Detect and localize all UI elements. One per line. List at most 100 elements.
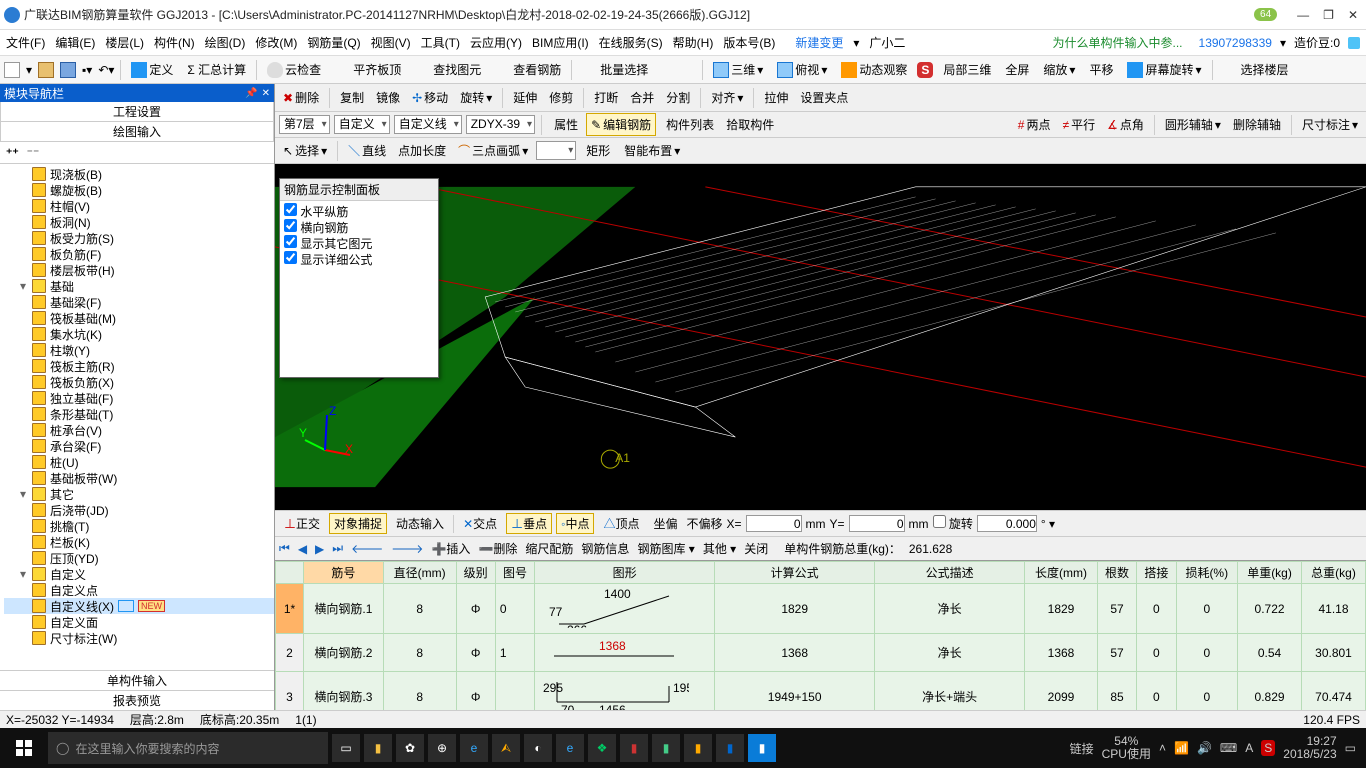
maximize-button[interactable]: ❐ <box>1323 8 1334 22</box>
screen-rotate-button[interactable]: 屏幕旋转▾ <box>1123 60 1205 79</box>
rebar-info-button[interactable]: 钢筋信息 <box>581 540 629 557</box>
windows-taskbar[interactable]: ◯在这里输入你要搜索的内容 ▭ ▮ ✿ ⊕ e ⮙ ◐ e ❖ ▮ ▮ ▮ ▮ … <box>0 728 1366 768</box>
pin-icon[interactable]: 📌 <box>245 88 257 99</box>
tray-vol-icon[interactable]: 🔊 <box>1197 741 1212 755</box>
menu-component[interactable]: 构件(N) <box>154 34 195 51</box>
close-rebar-button[interactable]: 关闭 <box>744 540 768 557</box>
vertex-toggle[interactable]: △顶点 <box>598 513 644 534</box>
tb-icon-a[interactable] <box>658 62 674 78</box>
midpoint-toggle[interactable]: ◦中点 <box>556 513 594 534</box>
sum-calc-button[interactable]: Σ 汇总计算 <box>183 60 250 79</box>
trim-button[interactable]: 修剪 <box>545 87 577 108</box>
batch-select-button[interactable]: 批量选择 <box>578 60 652 79</box>
delete-row-button[interactable]: ➖删除 <box>478 540 517 557</box>
minimize-button[interactable]: — <box>1297 8 1309 22</box>
new-change-link[interactable]: 新建变更 <box>795 34 843 51</box>
stretch-button[interactable]: 拉伸 <box>760 87 792 108</box>
split-button[interactable]: 分割 <box>662 87 694 108</box>
menu-modify[interactable]: 修改(M) <box>255 34 297 51</box>
expand-all-icon[interactable]: ⁺⁺ <box>6 146 19 160</box>
origin-button[interactable]: 设置夹点 <box>796 87 852 108</box>
explorer-icon[interactable]: ▮ <box>364 734 392 762</box>
menu-cloud[interactable]: 云应用(Y) <box>470 34 522 51</box>
app-icon-5[interactable]: ▮ <box>652 734 680 762</box>
start-button[interactable] <box>4 728 44 768</box>
threearc-tool[interactable]: ⌒三点画弧▾ <box>454 140 532 161</box>
tray-ime-icon[interactable]: ⌨ <box>1220 741 1237 755</box>
merge-button[interactable]: 合并 <box>626 87 658 108</box>
gxr-link[interactable]: 广小二 <box>869 34 905 51</box>
intersection-toggle[interactable]: ✕交点 <box>458 513 502 534</box>
account-number[interactable]: 13907298339 <box>1199 36 1272 50</box>
tree-group-foundation[interactable]: ▾基础 <box>4 278 274 294</box>
circle-aux-axis-button[interactable]: 圆形辅轴▾ <box>1161 114 1225 135</box>
menu-edit[interactable]: 编辑(E) <box>55 34 95 51</box>
app-icon-1[interactable]: ✿ <box>396 734 424 762</box>
osnap-toggle[interactable]: 对象捕捉 <box>329 513 387 534</box>
menu-bim[interactable]: BIM应用(I) <box>532 34 589 51</box>
code-select[interactable]: ZDYX-39 <box>466 115 535 134</box>
attribute-button[interactable]: 属性 <box>548 114 582 135</box>
offset-toggle[interactable]: 坐偏 <box>648 513 682 534</box>
nav-next2-icon[interactable]: 🡒 <box>391 541 423 556</box>
save-icon[interactable] <box>60 62 76 78</box>
app-icon-2[interactable]: ⊕ <box>428 734 456 762</box>
app-icon-4[interactable]: ▮ <box>620 734 648 762</box>
align-button[interactable]: 对齐▾ <box>707 87 747 108</box>
rotate-input[interactable] <box>977 515 1037 532</box>
menu-tools[interactable]: 工具(T) <box>421 34 460 51</box>
tray-s-icon[interactable]: S <box>1261 740 1275 756</box>
menu-floor[interactable]: 楼层(L) <box>105 34 144 51</box>
tray-up-icon[interactable]: ˄ <box>1159 741 1166 755</box>
rect-tool[interactable]: 矩形 <box>580 140 614 161</box>
menu-draw[interactable]: 绘图(D) <box>205 34 246 51</box>
ortho-toggle[interactable]: ⊥正交 <box>279 513 325 534</box>
select-floor-button[interactable]: 选择楼层 <box>1219 60 1293 79</box>
nav-prev-icon[interactable]: ◀ <box>298 542 307 556</box>
chk-hlong[interactable]: 水平纵筋 <box>284 203 434 219</box>
scale-rebar-button[interactable]: 缩尺配筋 <box>525 540 573 557</box>
top-view-button[interactable]: 俯视▾ <box>773 60 831 79</box>
delete-aux-axis-button[interactable]: 删除辅轴 <box>1229 114 1285 135</box>
select-tool[interactable]: ↖选择▾ <box>279 140 331 161</box>
edit-rebar-button[interactable]: ✎编辑钢筋 <box>586 113 656 136</box>
component-list-button[interactable]: 构件列表 <box>660 114 718 135</box>
browser-icon[interactable]: ❖ <box>588 734 616 762</box>
nav-first-icon[interactable]: ⏮ <box>279 541 290 556</box>
y-input[interactable] <box>849 515 905 532</box>
category-select[interactable]: 自定义 <box>334 115 390 134</box>
move-button[interactable]: ✢移动 <box>408 87 452 108</box>
smart-layout-tool[interactable]: 智能布置▾ <box>618 140 684 161</box>
new-icon[interactable] <box>4 62 20 78</box>
app-icon-3[interactable]: ⮙ <box>492 734 520 762</box>
hint-text[interactable]: 为什么单构件输入中参... <box>1053 34 1183 51</box>
tray-a-icon[interactable]: A <box>1245 741 1253 755</box>
break-button[interactable]: 打断 <box>590 87 622 108</box>
zoom-button[interactable]: 缩放▾ <box>1039 60 1079 79</box>
rebar-lib-button[interactable]: 钢筋图库 ▾ <box>637 540 694 557</box>
chrome-icon[interactable]: ◐ <box>524 734 552 762</box>
type-select[interactable]: 自定义线 <box>394 115 462 134</box>
pick-component-button[interactable]: 拾取构件 <box>722 114 778 135</box>
flatslab-button[interactable]: 平齐板顶 <box>331 60 405 79</box>
tab-report-preview[interactable]: 报表预览 <box>0 690 274 710</box>
taskview-icon[interactable]: ▭ <box>332 734 360 762</box>
tree-group-custom[interactable]: ▾自定义 <box>4 566 274 582</box>
tab-project-settings[interactable]: 工程设置 <box>0 102 274 122</box>
menu-rebarqty[interactable]: 钢筋量(Q) <box>307 34 360 51</box>
dimension-mark-button[interactable]: 尺寸标注▾ <box>1298 114 1362 135</box>
menu-online[interactable]: 在线服务(S) <box>599 34 663 51</box>
insert-row-button[interactable]: ➕插入 <box>431 540 470 557</box>
find-image-button[interactable]: 查找图元 <box>411 60 485 79</box>
menu-help[interactable]: 帮助(H) <box>673 34 714 51</box>
perpendicular-toggle[interactable]: ⊥垂点 <box>506 513 552 534</box>
search-box[interactable]: ◯在这里输入你要搜索的内容 <box>48 732 328 764</box>
pan-button[interactable]: 平移 <box>1085 60 1117 79</box>
collapse-all-icon[interactable]: ⁻⁻ <box>27 146 40 160</box>
nav-next-icon[interactable]: ▶ <box>315 542 324 556</box>
rebar-display-panel[interactable]: 钢筋显示控制面板 水平纵筋 横向钢筋 显示其它图元 显示详细公式 <box>279 178 439 378</box>
addlen-tool[interactable]: 点加长度 <box>394 140 450 161</box>
menu-view[interactable]: 视图(V) <box>371 34 411 51</box>
panel-close-icon[interactable]: ✕ <box>262 88 270 99</box>
ie-icon[interactable]: e <box>556 734 584 762</box>
